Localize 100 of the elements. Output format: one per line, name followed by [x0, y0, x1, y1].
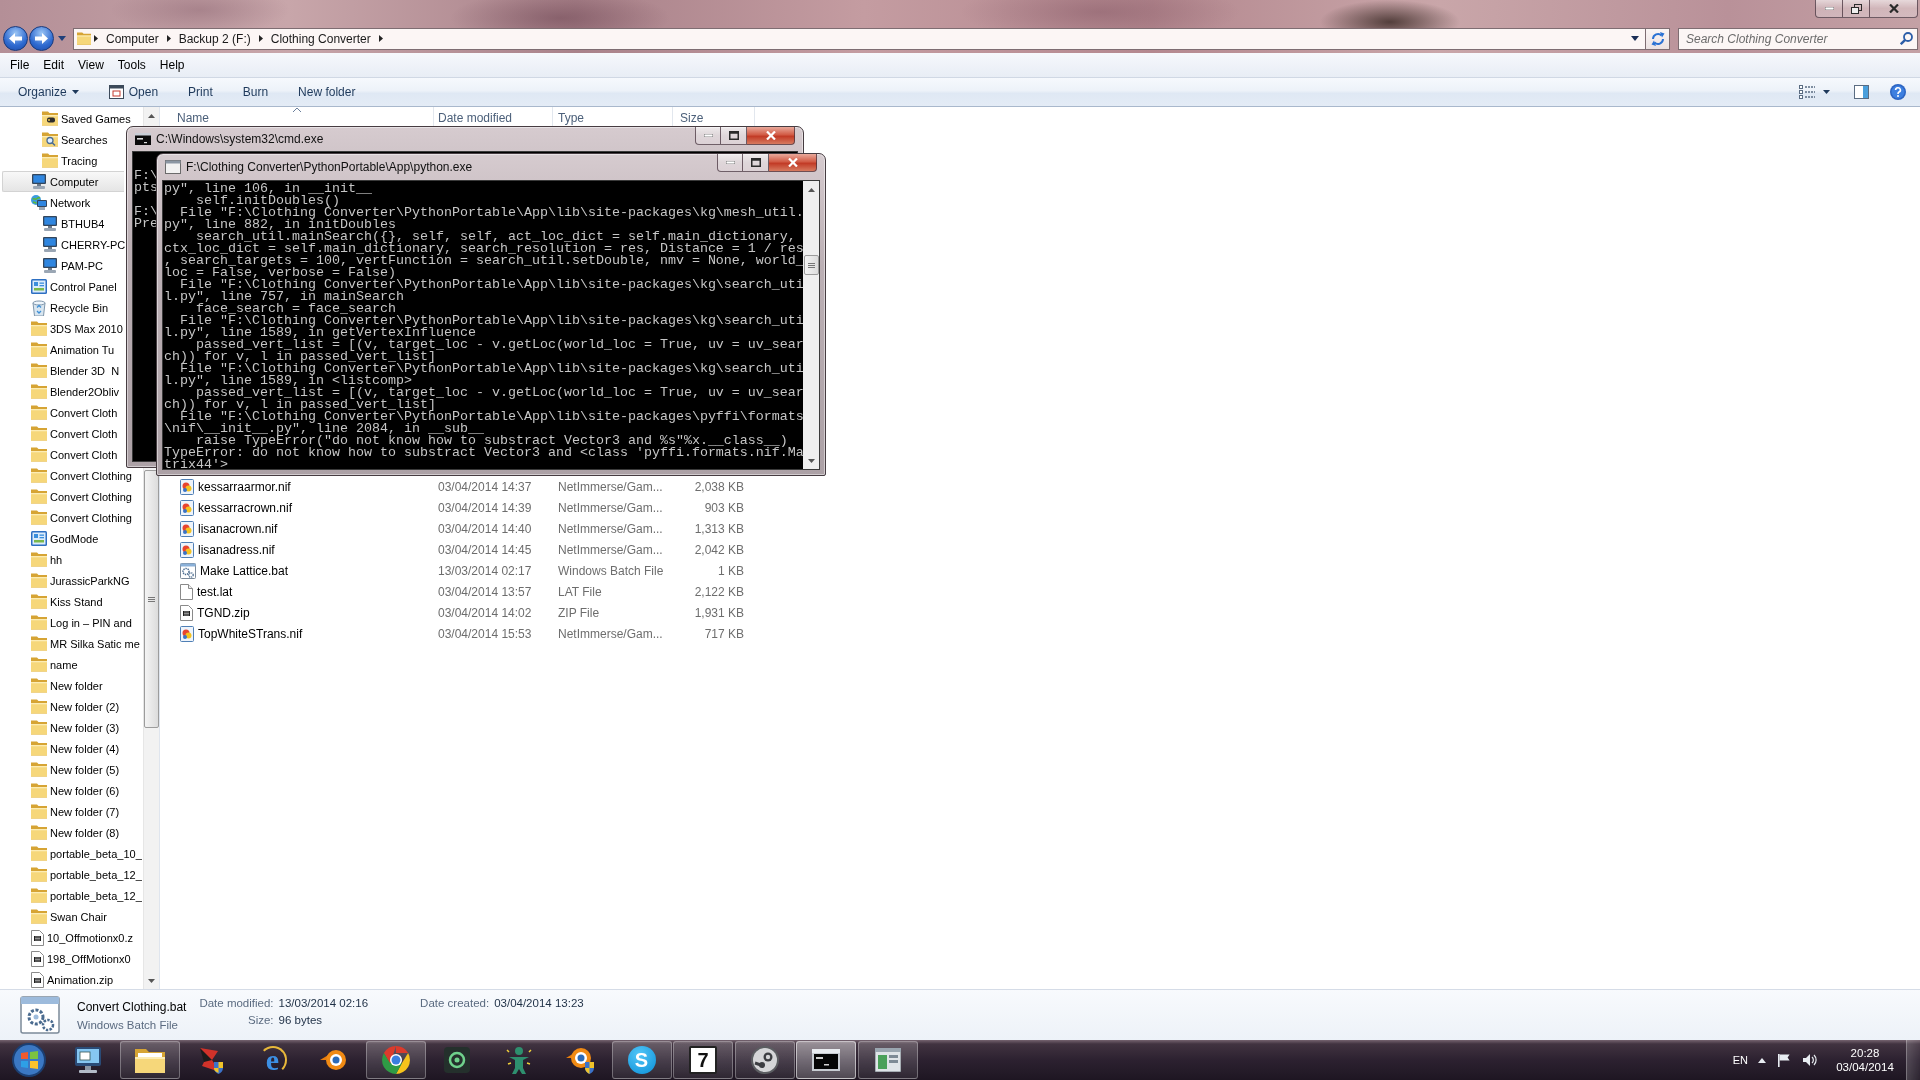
taskbar-button[interactable]	[365, 1041, 426, 1079]
nav-item[interactable]: Swan Chair	[29, 906, 110, 927]
nav-item[interactable]: CHERRY-PC	[40, 234, 129, 255]
nav-item[interactable]: Recycle Bin	[29, 297, 112, 318]
menu-item[interactable]: Tools	[110, 56, 153, 74]
scroll-up-arrow-icon[interactable]	[148, 113, 155, 118]
preview-pane-icon[interactable]	[1854, 85, 1869, 99]
search-icon[interactable]	[1900, 31, 1913, 45]
scroll-up-arrow-icon[interactable]	[807, 187, 815, 192]
nav-item[interactable]: New folder (5)	[29, 759, 123, 780]
file-name[interactable]: TopWhiteSTrans.nif	[198, 626, 303, 641]
taskbar-button[interactable]: e	[242, 1041, 303, 1079]
scrollbar[interactable]	[803, 181, 819, 469]
list-view-icon[interactable]	[1799, 85, 1815, 99]
minimize-button[interactable]	[695, 127, 721, 145]
nav-item[interactable]: New folder	[29, 675, 106, 696]
taskbar-button[interactable]	[119, 1041, 180, 1079]
toolbar-button[interactable]: Print	[179, 80, 222, 104]
minimize-button[interactable]	[1815, 0, 1843, 18]
scroll-thumb[interactable]	[803, 255, 819, 275]
nav-item[interactable]: Convert Clothing	[29, 507, 135, 528]
nav-item[interactable]: New folder (2)	[29, 696, 123, 717]
language-indicator[interactable]: EN	[1732, 1054, 1748, 1066]
nav-item[interactable]: Tracing	[40, 150, 101, 171]
toolbar-button[interactable]: Organize	[9, 80, 88, 104]
nav-item[interactable]: Searches	[40, 129, 111, 150]
caret-right-icon[interactable]	[166, 35, 171, 42]
nav-item[interactable]: Animation.zip	[29, 969, 117, 989]
nav-item[interactable]: Control Panel	[29, 276, 120, 297]
menu-item[interactable]: View	[71, 56, 111, 74]
menu-item[interactable]: Edit	[36, 56, 72, 74]
breadcrumb[interactable]: Clothing Converter	[265, 31, 376, 46]
nav-item[interactable]: JurassicParkNG	[29, 570, 133, 591]
nav-item[interactable]: Convert Cloth	[29, 402, 121, 423]
menu-item[interactable]: File	[3, 56, 37, 74]
maximize-button[interactable]	[721, 127, 747, 145]
nav-item[interactable]: 198_OffMotionx0	[29, 948, 134, 969]
help-icon[interactable]	[1890, 84, 1906, 100]
taskbar-button[interactable]	[857, 1041, 918, 1079]
file-name[interactable]: kessarraarmor.nif	[198, 479, 291, 494]
close-button[interactable]	[747, 127, 795, 145]
breadcrumb[interactable]: Backup 2 (F:)	[173, 31, 256, 46]
nav-item[interactable]: hh	[29, 549, 66, 570]
nav-item[interactable]: GodMode	[29, 528, 102, 549]
nav-item[interactable]: PAM-PC	[40, 255, 106, 276]
menu-item[interactable]: Help	[152, 56, 192, 74]
refresh-button[interactable]	[1646, 27, 1670, 50]
close-button[interactable]	[1870, 0, 1918, 18]
nav-item[interactable]: New folder (3)	[29, 717, 123, 738]
taskbar-button[interactable]	[796, 1041, 856, 1079]
nav-item[interactable]: name	[29, 654, 81, 675]
minimize-button[interactable]	[717, 154, 743, 172]
nav-item[interactable]: MR Silka Satic me	[29, 633, 143, 654]
close-button[interactable]	[769, 154, 817, 172]
flag-icon[interactable]	[1778, 1053, 1790, 1067]
toolbar-button[interactable]: Open	[99, 80, 168, 104]
nav-item[interactable]: Computer	[2, 171, 124, 192]
clock-time[interactable]: 20:28	[1850, 1047, 1880, 1059]
nav-item[interactable]: Saved Games	[40, 108, 134, 129]
toolbar-button[interactable]: Burn	[233, 80, 278, 104]
scroll-down-arrow-icon[interactable]	[148, 978, 155, 983]
restore-button[interactable]	[1843, 0, 1870, 18]
file-name[interactable]: TGND.zip	[197, 605, 250, 620]
nav-item[interactable]: New folder (4)	[29, 738, 123, 759]
nav-item[interactable]: Convert Cloth	[29, 423, 121, 444]
nav-item[interactable]: New folder (6)	[29, 780, 123, 801]
nav-item[interactable]: BTHUB4	[40, 213, 108, 234]
caret-right-icon[interactable]	[378, 35, 383, 42]
nav-item[interactable]: 10_Offmotionx0.z	[29, 927, 136, 948]
nav-item[interactable]: portable_beta_12_	[29, 885, 143, 906]
caret-down-icon[interactable]	[1631, 36, 1639, 41]
clock-date[interactable]: 03/04/2014	[1836, 1061, 1894, 1073]
show-desktop-button[interactable]	[1906, 1040, 1920, 1080]
caret-right-icon[interactable]	[258, 35, 263, 42]
nav-item[interactable]: New folder (7)	[29, 801, 123, 822]
nav-item[interactable]: Convert Clothing	[29, 465, 135, 486]
nav-item[interactable]: portable_beta_12_	[29, 864, 143, 885]
toolbar-button[interactable]: New folder	[289, 80, 365, 104]
search-field[interactable]: Search Clothing Converter	[1678, 27, 1918, 50]
file-name[interactable]: lisanacrown.nif	[198, 521, 278, 536]
file-name[interactable]: test.lat	[197, 584, 233, 599]
taskbar-button[interactable]	[734, 1041, 795, 1079]
file-name[interactable]: lisanadress.nif	[198, 542, 275, 557]
nav-item[interactable]: Convert Cloth	[29, 444, 121, 465]
back-button[interactable]	[3, 26, 28, 51]
scroll-down-arrow-icon[interactable]	[807, 458, 815, 463]
breadcrumb[interactable]: Computer	[101, 31, 164, 46]
nav-item[interactable]: 3DS Max 2010	[29, 318, 126, 339]
nav-item[interactable]: New folder (8)	[29, 822, 123, 843]
nav-item[interactable]: portable_beta_10_	[29, 843, 143, 864]
address-bar[interactable]: Computer Backup 2 (F:) Clothing Converter	[73, 27, 1646, 50]
caret-right-icon[interactable]	[94, 35, 98, 42]
forward-button[interactable]	[29, 26, 54, 51]
file-name[interactable]: kessarracrown.nif	[198, 500, 293, 515]
scroll-thumb[interactable]	[144, 470, 159, 728]
caret-down-icon[interactable]	[1823, 90, 1830, 94]
nav-item[interactable]: Blender 3D N	[29, 360, 123, 381]
maximize-button[interactable]	[743, 154, 769, 172]
nav-item[interactable]: Network	[29, 192, 94, 213]
triangle-up-icon[interactable]	[1758, 1057, 1766, 1063]
